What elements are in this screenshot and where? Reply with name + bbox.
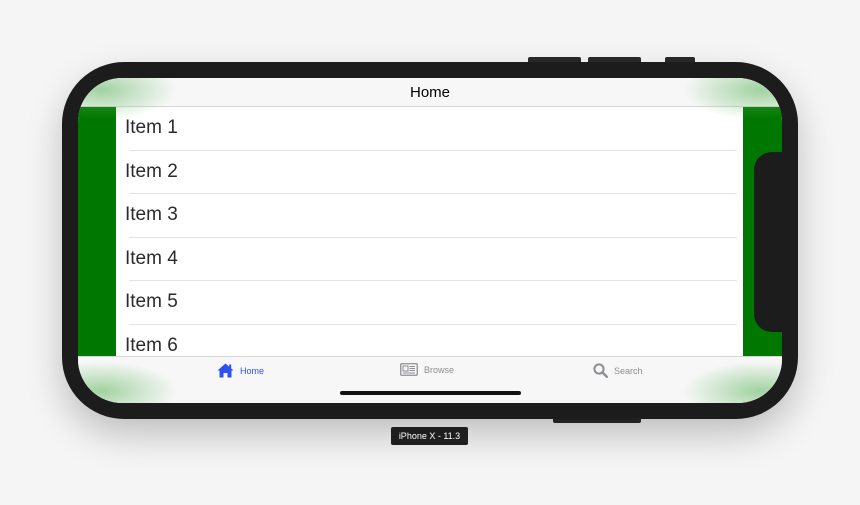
newspaper-icon xyxy=(400,363,418,376)
tab-home-label: Home xyxy=(240,365,265,376)
list-item-label: Item 4 xyxy=(125,247,178,269)
simulator-device-label: iPhone X - 11.3 xyxy=(391,427,468,445)
device-screen: Home Item 1 Item 2 Item 3 Item 4 Item 5 xyxy=(78,78,782,403)
tab-browse[interactable]: Browse xyxy=(400,363,454,376)
home-indicator[interactable] xyxy=(340,391,521,395)
list-item-label: Item 1 xyxy=(125,117,178,138)
tab-home[interactable]: Home xyxy=(217,363,264,378)
tab-bar: Home Browse Search xyxy=(78,356,782,403)
tab-search-label: Search xyxy=(614,365,643,376)
list-item-label: Item 5 xyxy=(125,291,178,312)
list-item[interactable]: Item 1 xyxy=(116,107,743,151)
list-item[interactable]: Item 5 xyxy=(116,281,743,325)
sensor-notch xyxy=(754,152,784,332)
search-icon xyxy=(593,363,608,378)
iphone-x-device: Home Item 1 Item 2 Item 3 Item 4 Item 5 xyxy=(62,62,798,419)
list-item[interactable]: Item 2 xyxy=(116,151,743,194)
navigation-bar: Home xyxy=(78,78,782,107)
tab-search[interactable]: Search xyxy=(593,363,643,378)
list-item-label: Item 2 xyxy=(125,160,178,182)
tab-browse-label: Browse xyxy=(424,364,455,375)
page-title: Home xyxy=(409,84,450,101)
list-item[interactable]: Item 6 xyxy=(116,325,743,357)
list-item[interactable]: Item 4 xyxy=(116,238,743,281)
item-list[interactable]: Item 1 Item 2 Item 3 Item 4 Item 5 Item … xyxy=(116,107,743,356)
home-icon xyxy=(217,363,234,378)
list-item[interactable]: Item 3 xyxy=(116,194,743,238)
list-item-label: Item 6 xyxy=(125,334,178,356)
left-green-bar xyxy=(78,107,116,356)
list-item-label: Item 3 xyxy=(125,204,178,225)
